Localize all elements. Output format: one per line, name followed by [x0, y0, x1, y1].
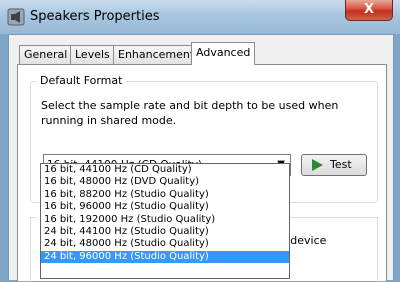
default-format-label: Default Format	[37, 74, 126, 87]
play-icon	[312, 159, 323, 171]
format-option[interactable]: 16 bit, 88200 Hz (Studio Quality)	[41, 189, 289, 201]
format-option[interactable]: 24 bit, 96000 Hz (Studio Quality)	[41, 250, 289, 264]
format-option[interactable]: 24 bit, 48000 Hz (Studio Quality)	[41, 238, 289, 250]
title-bar: Speakers Properties X	[0, 0, 400, 34]
format-option[interactable]: 16 bit, 44100 Hz (CD Quality)	[41, 164, 289, 176]
format-option[interactable]: 16 bit, 48000 Hz (DVD Quality)	[41, 176, 289, 188]
speaker-icon	[7, 8, 25, 26]
window-title: Speakers Properties	[30, 9, 160, 24]
format-description: Select the sample rate and bit depth to …	[41, 99, 339, 127]
format-dropdown-list: 16 bit, 44100 Hz (CD Quality) 16 bit, 48…	[40, 163, 290, 279]
format-option[interactable]: 16 bit, 96000 Hz (Studio Quality)	[41, 201, 289, 213]
close-button[interactable]: X	[345, 0, 393, 21]
test-button-label: Test	[330, 158, 352, 171]
test-button[interactable]: Test	[301, 154, 367, 176]
format-option[interactable]: 24 bit, 44100 Hz (Studio Quality)	[41, 226, 289, 238]
tab-advanced[interactable]: Advanced	[191, 42, 256, 65]
format-option[interactable]: 16 bit, 192000 Hz (Studio Quality)	[41, 214, 289, 226]
tab-general[interactable]: General	[19, 45, 73, 64]
tab-levels[interactable]: Levels	[70, 45, 115, 64]
